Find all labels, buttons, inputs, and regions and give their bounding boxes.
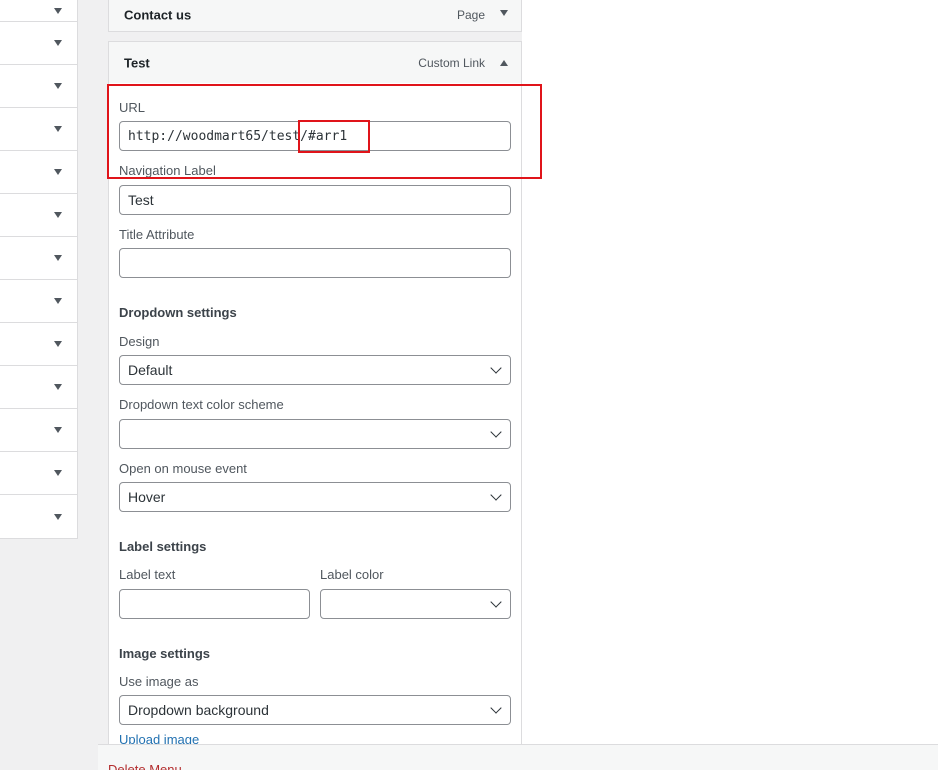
anchor-highlight-box xyxy=(298,120,370,153)
chevron-down-icon xyxy=(490,426,502,438)
menu-footer: Delete Menu xyxy=(98,744,938,770)
chevron-down-icon xyxy=(490,702,502,714)
label-settings-heading: Label settings xyxy=(119,539,207,554)
accordion-row[interactable] xyxy=(0,151,77,194)
chevron-down-icon xyxy=(54,255,62,261)
design-select[interactable]: Default xyxy=(119,355,511,385)
chevron-down-icon xyxy=(54,384,62,390)
color-scheme-select[interactable] xyxy=(119,419,511,449)
menu-item-type: Page xyxy=(456,8,485,22)
title-attribute-field[interactable] xyxy=(119,248,511,278)
accordion-row[interactable] xyxy=(0,452,77,495)
image-settings-heading: Image settings xyxy=(119,646,211,661)
mouse-event-select-value: Hover xyxy=(128,489,166,505)
menu-item-title: Contact us xyxy=(124,7,192,23)
mouse-event-select[interactable]: Hover xyxy=(119,482,511,512)
accordion-row[interactable] xyxy=(0,409,77,452)
menu-item-settings xyxy=(108,83,522,744)
menu-item-type: Custom Link xyxy=(418,55,485,70)
delete-menu-link[interactable]: Delete Menu xyxy=(108,762,182,770)
mouse-event-label: Open on mouse event xyxy=(119,461,247,476)
chevron-down-icon xyxy=(54,169,62,175)
chevron-down-icon xyxy=(54,126,62,132)
chevron-down-icon xyxy=(490,489,502,501)
accordion-row[interactable] xyxy=(0,0,77,22)
chevron-down-icon xyxy=(54,40,62,46)
chevron-down-icon xyxy=(490,596,502,608)
accordion-row[interactable] xyxy=(0,495,77,538)
color-scheme-label: Dropdown text color scheme xyxy=(119,397,284,412)
accordion-row[interactable] xyxy=(0,237,77,280)
accordion-row[interactable] xyxy=(0,65,77,108)
label-color-select[interactable] xyxy=(320,589,511,619)
dropdown-settings-heading: Dropdown settings xyxy=(119,305,237,320)
chevron-down-icon xyxy=(490,362,502,374)
chevron-up-icon[interactable] xyxy=(500,59,508,66)
use-image-label: Use image as xyxy=(119,674,199,689)
chevron-down-icon xyxy=(54,513,62,520)
content-area xyxy=(522,0,938,744)
label-text-label: Label text xyxy=(119,567,176,582)
chevron-down-icon xyxy=(54,7,62,14)
design-label: Design xyxy=(119,334,160,349)
chevron-down-icon xyxy=(54,212,62,218)
navigation-label-field[interactable]: Test xyxy=(119,185,511,215)
label-color-label: Label color xyxy=(320,567,384,582)
accordion-row[interactable] xyxy=(0,280,77,323)
accordion-row[interactable] xyxy=(0,366,77,409)
chevron-down-icon xyxy=(54,341,62,347)
chevron-down-icon xyxy=(54,298,62,304)
chevron-down-icon xyxy=(54,83,62,89)
menu-item-title: Test xyxy=(124,55,150,70)
use-image-select-value: Dropdown background xyxy=(128,702,269,718)
title-attribute-label: Title Attribute xyxy=(119,227,195,242)
accordion-row[interactable] xyxy=(0,108,77,151)
chevron-down-icon xyxy=(54,470,62,476)
label-text-field[interactable] xyxy=(119,589,310,619)
menu-item-bar[interactable]: Test Custom Link xyxy=(108,41,522,84)
use-image-select[interactable]: Dropdown background xyxy=(119,695,511,725)
accordion-row[interactable] xyxy=(0,22,77,65)
chevron-down-icon[interactable] xyxy=(500,10,508,16)
chevron-down-icon xyxy=(54,427,62,433)
design-select-value: Default xyxy=(128,362,173,378)
menu-item-bar[interactable]: Contact us Page xyxy=(108,0,522,32)
left-accordion-panel xyxy=(0,0,78,539)
accordion-row[interactable] xyxy=(0,194,77,237)
accordion-row[interactable] xyxy=(0,323,77,366)
